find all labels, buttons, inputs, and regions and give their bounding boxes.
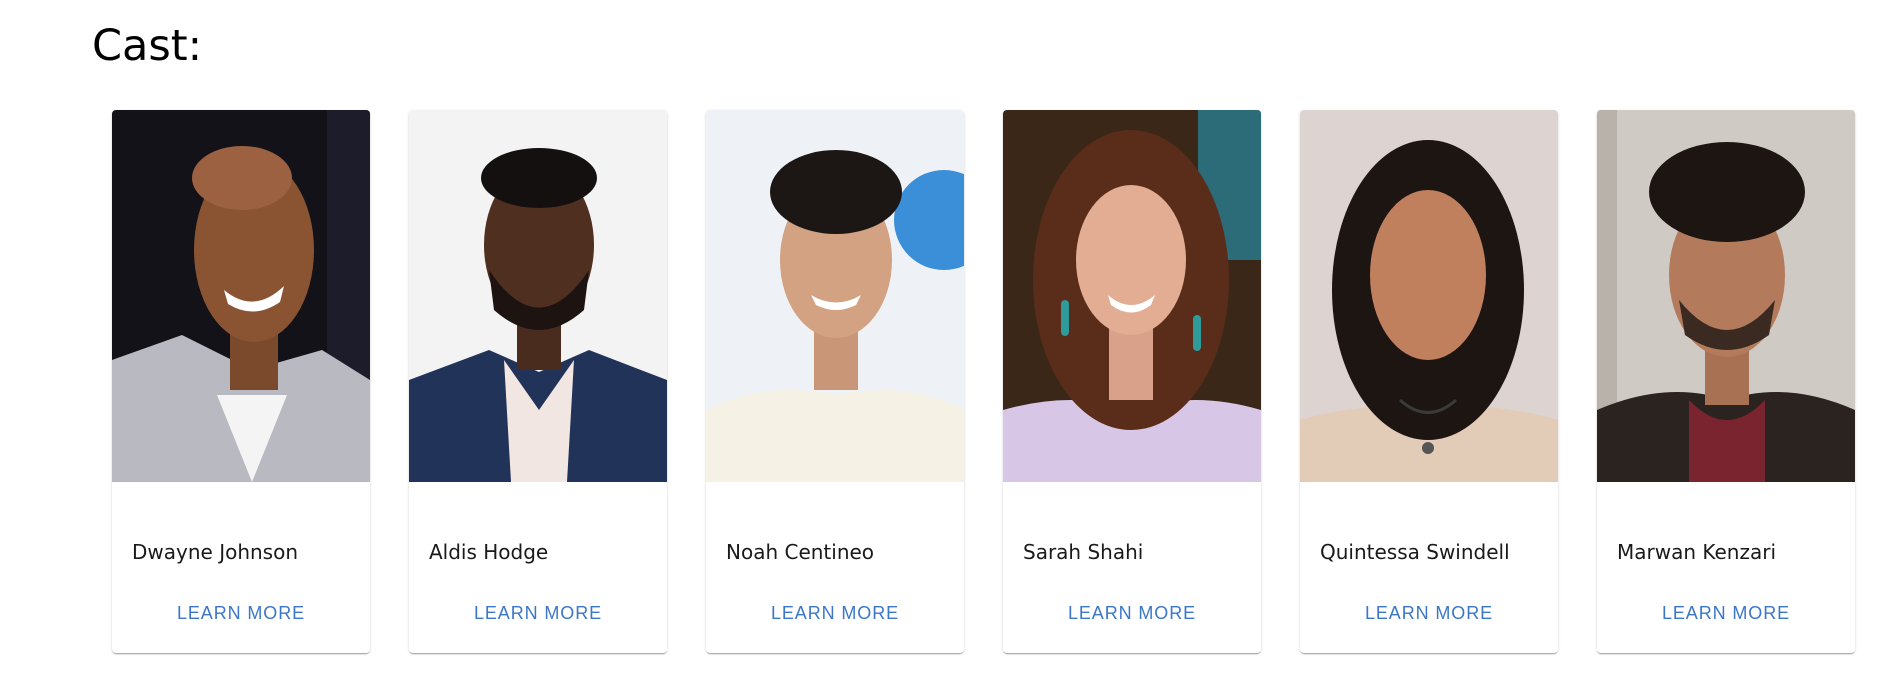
card-content: Dwayne Johnson [112,482,370,568]
cast-card[interactable]: Aldis Hodge LEARN MORE [409,110,667,653]
card-actions: LEARN MORE [1003,568,1261,653]
actor-portrait-image [112,110,370,482]
actor-photo[interactable] [112,110,370,482]
learn-more-button[interactable]: LEARN MORE [165,595,317,632]
actor-photo[interactable] [706,110,964,482]
card-content: Quintessa Swindell [1300,482,1558,568]
section-title: Cast: [92,21,203,71]
cast-card[interactable]: Marwan Kenzari LEARN MORE [1597,110,1855,653]
cast-card[interactable]: Sarah Shahi LEARN MORE [1003,110,1261,653]
actor-name: Marwan Kenzari [1617,540,1777,564]
cast-card[interactable]: Noah Centineo LEARN MORE [706,110,964,653]
actor-portrait-image [706,110,964,482]
learn-more-button[interactable]: LEARN MORE [1353,595,1505,632]
card-actions: LEARN MORE [1300,568,1558,653]
card-actions: LEARN MORE [706,568,964,653]
cast-card[interactable]: Dwayne Johnson LEARN MORE [112,110,370,653]
card-actions: LEARN MORE [112,568,370,653]
cast-card[interactable]: Quintessa Swindell LEARN MORE [1300,110,1558,653]
actor-photo[interactable] [409,110,667,482]
learn-more-button[interactable]: LEARN MORE [759,595,911,632]
actor-portrait-image [1300,110,1558,482]
actor-name: Quintessa Swindell [1320,540,1510,564]
card-content: Sarah Shahi [1003,482,1261,568]
actor-portrait-image [1597,110,1855,482]
card-actions: LEARN MORE [1597,568,1855,653]
actor-photo[interactable] [1003,110,1261,482]
card-content: Noah Centineo [706,482,964,568]
card-content: Aldis Hodge [409,482,667,568]
actor-name: Dwayne Johnson [132,540,299,564]
actor-photo[interactable] [1597,110,1855,482]
actor-name: Noah Centineo [726,540,875,564]
card-actions: LEARN MORE [409,568,667,653]
actor-portrait-image [1003,110,1261,482]
card-content: Marwan Kenzari [1597,482,1855,568]
cast-page: Cast: Dwayne Johnson LEARN MORE Aldis Ho… [0,0,1881,675]
learn-more-button[interactable]: LEARN MORE [1056,595,1208,632]
actor-name: Sarah Shahi [1023,540,1144,564]
actor-photo[interactable] [1300,110,1558,482]
actor-portrait-image [409,110,667,482]
learn-more-button[interactable]: LEARN MORE [1650,595,1802,632]
actor-name: Aldis Hodge [429,540,549,564]
learn-more-button[interactable]: LEARN MORE [462,595,614,632]
cast-list: Dwayne Johnson LEARN MORE Aldis Hodge LE… [112,110,1855,653]
